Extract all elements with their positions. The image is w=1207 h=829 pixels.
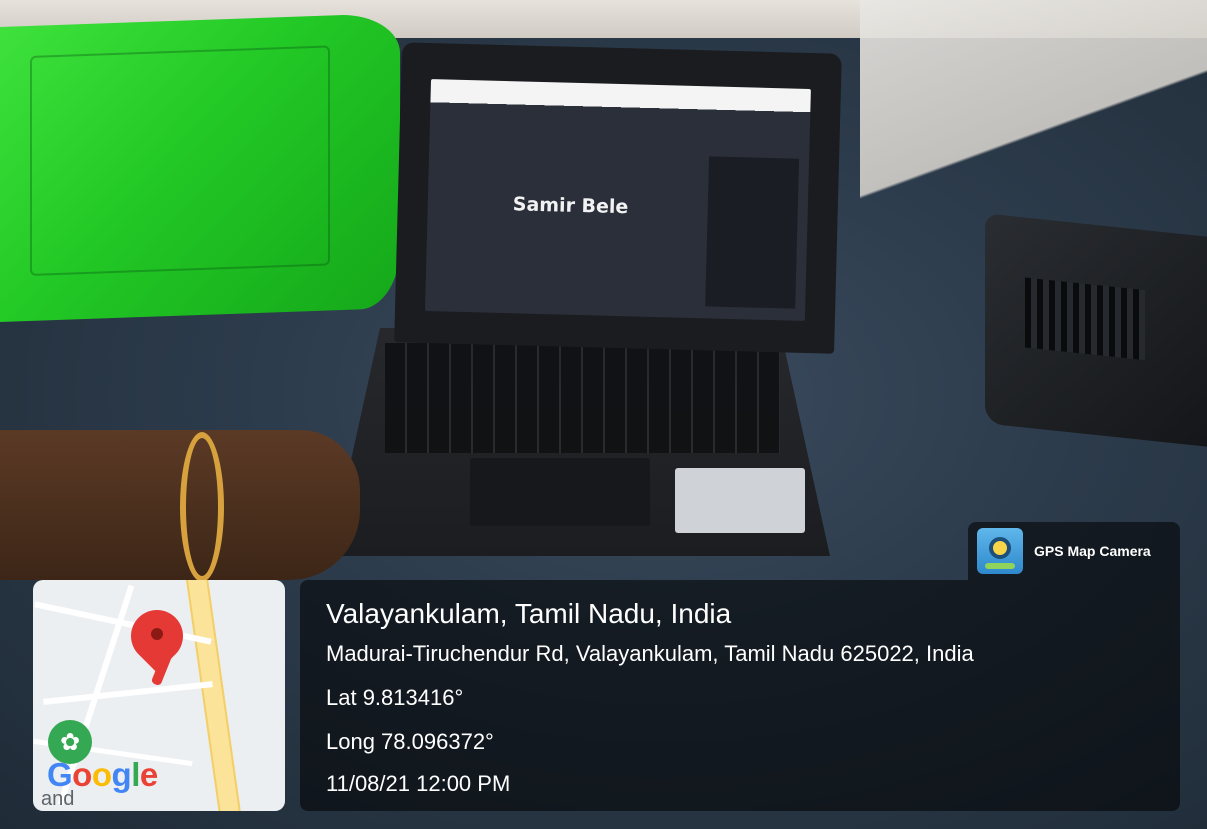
map-base-icon — [985, 563, 1015, 569]
bag-print — [30, 45, 330, 276]
main-road — [185, 580, 243, 811]
laptop-display: Samir Bele — [424, 79, 811, 321]
app-badge: GPS Map Camera — [968, 522, 1180, 580]
laptop-touchpad — [470, 458, 650, 526]
camera-lens-icon — [989, 537, 1011, 559]
laptop-keyboard — [385, 343, 780, 453]
laptop-base — [330, 328, 830, 556]
map-pin-dot — [151, 628, 163, 640]
bangle — [180, 432, 224, 582]
map-thumbnail: ✿ Google and — [33, 580, 285, 811]
location-longitude: Long 78.096372° — [326, 729, 494, 754]
gps-map-camera-icon — [977, 528, 1023, 574]
location-title: Valayankulam, Tamil Nadu, India — [326, 598, 732, 629]
location-latitude: Lat 9.813416° — [326, 685, 464, 710]
meeting-participants-panel — [705, 156, 800, 309]
app-name: GPS Map Camera — [1034, 543, 1151, 559]
white-chair — [860, 0, 1207, 200]
projector-vent — [1025, 277, 1145, 361]
projector — [985, 213, 1207, 447]
green-bag — [0, 13, 400, 322]
laptop-screen: Samir Bele — [394, 42, 842, 354]
laptop-sticker — [675, 468, 805, 533]
side-road — [43, 681, 213, 705]
meeting-participant-name: Samir Bele — [512, 193, 629, 219]
location-address: Madurai-Tiruchendur Rd, Valayankulam, Ta… — [326, 641, 974, 666]
location-datetime: 11/08/21 12:00 PM — [326, 771, 511, 796]
map-edge-text: and — [41, 788, 75, 810]
